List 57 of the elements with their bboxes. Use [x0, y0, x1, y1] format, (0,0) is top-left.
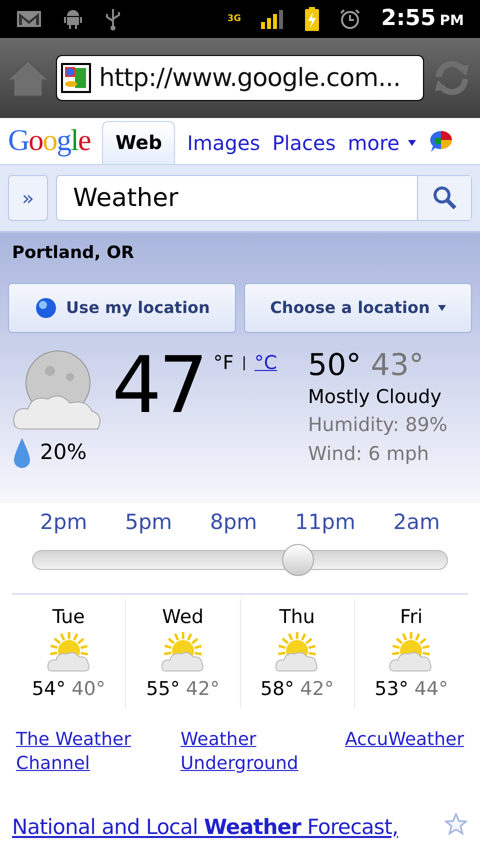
result-link[interactable]: National and Local Weather Forecast,: [12, 812, 398, 843]
usb-icon: [104, 7, 122, 31]
day-temperatures: 55° 42°: [146, 677, 220, 702]
android-icon: [62, 8, 84, 30]
location-label: Portland, OR: [12, 242, 136, 265]
day-temperatures: 53° 44°: [374, 677, 448, 702]
google-logo: Google: [8, 126, 90, 156]
caret-icon: [408, 140, 416, 146]
condition-text: Mostly Cloudy: [308, 384, 442, 410]
wind-text: Wind: 6 mph: [308, 442, 430, 466]
raindrop-icon: [12, 436, 32, 468]
choose-location-button[interactable]: Choose a location: [244, 282, 472, 332]
caret-icon: [438, 304, 446, 310]
hour-label: 5pm: [124, 509, 172, 536]
celsius-link[interactable]: °C: [254, 348, 278, 377]
slider-thumb[interactable]: [282, 544, 314, 576]
chat-bubble-icon: [428, 129, 454, 153]
day-label: Thu: [279, 604, 315, 630]
battery-charging-icon: [305, 7, 320, 31]
network-indicator: 3G: [227, 14, 242, 24]
precipitation-text: 20%: [40, 438, 87, 466]
mail-icon: [16, 9, 42, 29]
search-icon: [432, 185, 458, 211]
temperature-text: 47: [112, 348, 206, 422]
humidity-text: Humidity: 89%: [308, 413, 448, 438]
day-label: Fri: [400, 604, 423, 630]
use-location-button[interactable]: Use my location: [8, 282, 236, 332]
high-low-text: 50° 43°: [308, 348, 425, 382]
source-link[interactable]: AccuWeather: [345, 728, 464, 776]
url-text: http://www.google.com...: [99, 62, 400, 94]
fahrenheit-unit: °F: [213, 350, 234, 376]
star-icon[interactable]: [444, 812, 468, 836]
hour-label: 2am: [393, 509, 440, 536]
day-temperatures: 58° 42°: [260, 677, 334, 702]
nav-tab[interactable]: Places: [272, 121, 336, 164]
source-link[interactable]: The Weather Channel: [16, 728, 156, 776]
alarm-icon: [339, 8, 362, 30]
time-slider[interactable]: [32, 542, 448, 576]
source-link[interactable]: Weather Underground: [180, 728, 320, 776]
nav-tab[interactable]: Images: [187, 121, 260, 164]
expand-button[interactable]: »: [8, 175, 48, 221]
search-field[interactable]: Weather: [56, 175, 472, 221]
day-label: Tue: [52, 604, 85, 630]
day-label: Wed: [162, 604, 204, 630]
nav-tab[interactable]: Web: [102, 121, 176, 164]
more-button[interactable]: more: [348, 121, 416, 164]
signal-icon: [261, 9, 286, 29]
hour-label: 8pm: [210, 509, 258, 536]
favicon-icon: [61, 63, 91, 93]
day-temperatures: 54° 40°: [32, 677, 106, 702]
status-time: 2:55 PM: [381, 8, 464, 30]
url-field[interactable]: http://www.google.com...: [56, 55, 424, 101]
hour-label: 2pm: [40, 509, 88, 536]
location-orb-icon: [34, 296, 58, 320]
unit-separator: |: [242, 354, 246, 372]
search-button[interactable]: [417, 176, 471, 220]
hour-label: 11pm: [294, 509, 356, 536]
